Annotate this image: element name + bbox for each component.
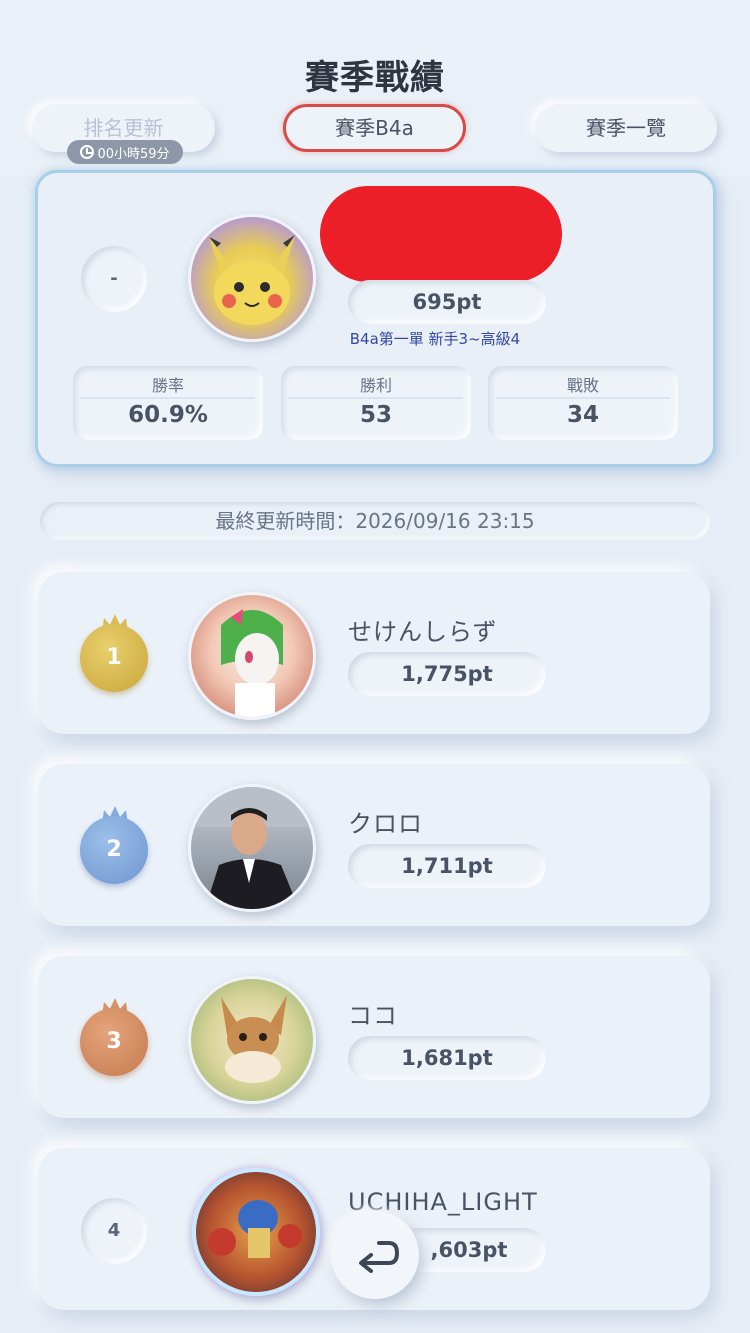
giovanni-avatar-icon [191,787,313,909]
player-name: ココ [348,1002,398,1030]
player-name: せけんしらず [348,618,498,646]
eevee-avatar-icon [221,995,287,1083]
stat-label: 勝率 [151,376,184,395]
back-button[interactable] [331,1211,419,1299]
season-list-button[interactable]: 賽季一覽 [535,104,717,152]
stat-value: 53 [359,402,392,428]
stat-divider [81,397,255,399]
pikachu-avatar-icon [209,235,295,325]
stat-losses: 戰敗 34 [488,366,678,440]
player-points: 1,681pt [348,1036,546,1080]
player-rank: 4 [81,1198,147,1264]
last-update-text: 最終更新時間：2026/09/16 23:15 [40,502,710,540]
player-points: 1,711pt [348,844,546,888]
stat-wins: 勝利 53 [281,366,471,440]
stat-label: 戰敗 [566,376,599,395]
stat-value: 34 [566,402,599,428]
stat-divider [289,397,463,399]
clock-icon [80,145,95,159]
player-avatar[interactable] [188,592,316,720]
player-name: クロロ [348,810,423,838]
timer-badge: 00小時59分 [67,140,183,164]
stat-divider [496,397,670,399]
stat-label: 勝利 [359,376,392,395]
back-arrow-icon [359,1241,400,1273]
my-avatar[interactable] [188,214,316,342]
gardevoir-avatar-icon [221,609,283,717]
season-b4a-button[interactable]: 賽季B4a [283,104,466,152]
rank-medal-bronze: 3 [80,1008,148,1076]
rank-medal-silver: 2 [80,816,148,884]
stat-win-rate: 勝率 60.9% [73,366,263,440]
season-note: B4a第一單 新手3~高級4 [349,330,521,348]
my-rank: - [81,246,147,312]
player-avatar[interactable] [188,976,316,1104]
stat-value: 60.9% [128,402,208,428]
player-avatar[interactable] [188,784,316,912]
my-points: 695pt [348,280,546,324]
header: 賽季戰績 排名更新 00小時59分 賽季B4a 賽季一覽 [0,0,750,176]
lucario-avatar-icon [208,1200,302,1258]
player-points: 1,775pt [348,652,546,696]
page-title: 賽季戰績 [305,58,445,98]
rank-medal-gold: 1 [80,624,148,692]
timer-text: 00小時59分 [97,146,170,162]
redacted-player-name [320,186,562,282]
player-avatar[interactable] [192,1168,320,1296]
